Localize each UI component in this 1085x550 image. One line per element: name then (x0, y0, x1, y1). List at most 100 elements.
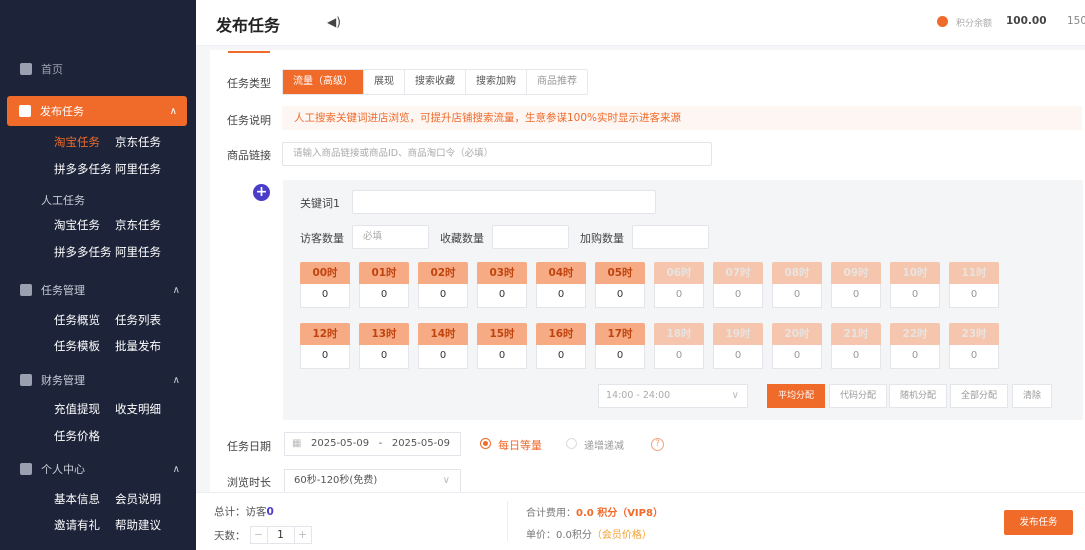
submit-button[interactable]: 发布任务 (1004, 510, 1073, 535)
sidebar-item-publish[interactable]: 发布任务 ∧ (7, 96, 187, 126)
sidebar-item-batch[interactable]: 批量发布 (115, 338, 176, 354)
chevron-down-icon: ∨ (442, 475, 450, 486)
sidebar-item-jd[interactable]: 京东任务 (115, 134, 176, 150)
personal-row: 邀请有礼 帮助建议 (54, 517, 176, 533)
sidebar-item-invite[interactable]: 邀请有礼 (54, 517, 115, 533)
duration-value: 60秒-120秒(免费) (294, 475, 378, 486)
sidebar-item-overview[interactable]: 任务概览 (54, 312, 115, 328)
days-stepper[interactable]: − 1 + (249, 526, 312, 544)
preset-average-button[interactable]: 平均分配 (767, 384, 826, 408)
sidebar-item-profile[interactable]: 基本信息 (54, 491, 115, 507)
daily-increment-label: 递增递减 (584, 441, 624, 452)
hour-cell: 14时 0 (418, 323, 468, 369)
days-value[interactable]: 1 (266, 527, 295, 543)
sidebar-item-recharge[interactable]: 充值提现 (54, 401, 115, 417)
task-desc-label: 任务说明 (227, 114, 271, 127)
product-link-input[interactable]: 请输入商品链接或商品ID、商品淘口令（必填） (282, 142, 712, 166)
hour-value-input[interactable]: 0 (418, 345, 468, 369)
chevron-up-icon: ∧ (172, 374, 180, 386)
sidebar-group-label: 个人中心 (41, 463, 85, 476)
sidebar-item-price[interactable]: 任务价格 (54, 428, 115, 444)
sidebar-item-template[interactable]: 任务模板 (54, 338, 115, 354)
hour-label: 23时 (949, 323, 999, 345)
hour-value-input[interactable]: 0 (890, 345, 940, 369)
visitors-input[interactable]: 必填 (352, 225, 429, 249)
hour-cell: 11时 0 (949, 262, 999, 308)
date-range-picker[interactable]: ▦ 2025-05-09 - 2025-05-09 (284, 432, 461, 456)
hour-value-input[interactable]: 0 (890, 284, 940, 308)
tab-search-cart[interactable]: 搜索加购 (466, 70, 527, 94)
hour-value-input[interactable]: 0 (477, 284, 527, 308)
hour-value-input[interactable]: 0 (654, 345, 704, 369)
increment-button[interactable]: + (295, 527, 311, 543)
decrement-button[interactable]: − (251, 527, 267, 543)
tab-product-recommend[interactable]: 商品推荐 (527, 70, 587, 94)
preset-code-button[interactable]: 代码分配 (829, 384, 888, 408)
hour-value-input[interactable]: 0 (949, 284, 999, 308)
cart-input[interactable] (632, 225, 709, 249)
preset-random-button[interactable]: 随机分配 (889, 384, 948, 408)
hour-value-input[interactable]: 0 (595, 345, 645, 369)
sidebar-home-label: 首页 (41, 63, 63, 76)
add-keyword-icon[interactable]: + (253, 184, 270, 201)
sidebar-item-list[interactable]: 任务列表 (115, 312, 176, 328)
hour-value-input[interactable]: 0 (300, 345, 350, 369)
hour-value-input[interactable]: 0 (300, 284, 350, 308)
hour-value-input[interactable]: 0 (536, 284, 586, 308)
hour-value-input[interactable]: 0 (477, 345, 527, 369)
tab-search-favorite[interactable]: 搜索收藏 (405, 70, 466, 94)
hour-value-input[interactable]: 0 (772, 345, 822, 369)
hour-label: 06时 (654, 262, 704, 284)
sidebar-item-manual-pdd[interactable]: 拼多多任务 (54, 244, 115, 260)
hour-cell: 22时 0 (890, 323, 940, 369)
sidebar-item-manual-jd[interactable]: 京东任务 (115, 217, 176, 233)
favorites-input[interactable] (492, 225, 569, 249)
tab-traffic-advanced[interactable]: 流量（高级） (283, 70, 364, 94)
hour-cell: 15时 0 (477, 323, 527, 369)
hour-value-input[interactable]: 0 (831, 345, 881, 369)
sidebar-item-taobao[interactable]: 淘宝任务 (54, 134, 115, 150)
hour-value-input[interactable]: 0 (949, 345, 999, 369)
hour-value-input[interactable]: 0 (359, 284, 409, 308)
hour-value-input[interactable]: 0 (418, 284, 468, 308)
hour-label: 20时 (772, 323, 822, 345)
sidebar-group-finance[interactable]: 财务管理 ∧ (20, 372, 180, 388)
sidebar-item-manual-ali[interactable]: 阿里任务 (115, 244, 176, 260)
sidebar-item-manual-taobao[interactable]: 淘宝任务 (54, 217, 115, 233)
hour-label: 16时 (536, 323, 586, 345)
keyword-input[interactable] (352, 190, 656, 214)
document-icon (20, 284, 32, 296)
hour-value-input[interactable]: 0 (595, 284, 645, 308)
help-icon[interactable]: ? (651, 438, 664, 451)
hour-value-input[interactable]: 0 (654, 284, 704, 308)
sidebar-manual-title: 人工任务 (41, 194, 85, 207)
tab-impression[interactable]: 展现 (364, 70, 405, 94)
sidebar-item-pdd[interactable]: 拼多多任务 (54, 161, 115, 177)
sidebar-item-help[interactable]: 帮助建议 (115, 517, 176, 533)
sidebar-item-home[interactable]: 首页 (20, 61, 63, 77)
hour-value-input[interactable]: 0 (359, 345, 409, 369)
daily-equal-radio[interactable] (480, 438, 491, 449)
days-label: 天数： (214, 529, 246, 542)
footer-divider (507, 501, 508, 541)
preset-clear-button[interactable]: 清除 (1012, 384, 1053, 408)
hour-value-input[interactable]: 0 (713, 345, 763, 369)
sidebar-item-statement[interactable]: 收支明细 (115, 401, 176, 417)
sidebar-item-membership[interactable]: 会员说明 (115, 491, 176, 507)
sidebar-group-task-mgmt[interactable]: 任务管理 ∧ (20, 282, 180, 298)
sidebar-item-ali[interactable]: 阿里任务 (115, 161, 176, 177)
speaker-icon[interactable]: ◀) (327, 15, 341, 29)
hour-label: 15时 (477, 323, 527, 345)
hour-value-input[interactable]: 0 (713, 284, 763, 308)
daily-increment-radio[interactable] (566, 438, 577, 449)
preset-all-button[interactable]: 全部分配 (950, 384, 1009, 408)
hour-label: 13时 (359, 323, 409, 345)
sidebar-group-personal[interactable]: 个人中心 ∧ (20, 461, 180, 477)
duration-select[interactable]: 60秒-120秒(免费) ∨ (284, 469, 461, 493)
coin-icon (937, 16, 948, 27)
time-range-select[interactable]: 14:00 - 24:00 ∨ (598, 384, 748, 408)
hour-value-input[interactable]: 0 (831, 284, 881, 308)
favorites-label: 收藏数量 (440, 232, 484, 245)
hour-value-input[interactable]: 0 (536, 345, 586, 369)
hour-value-input[interactable]: 0 (772, 284, 822, 308)
